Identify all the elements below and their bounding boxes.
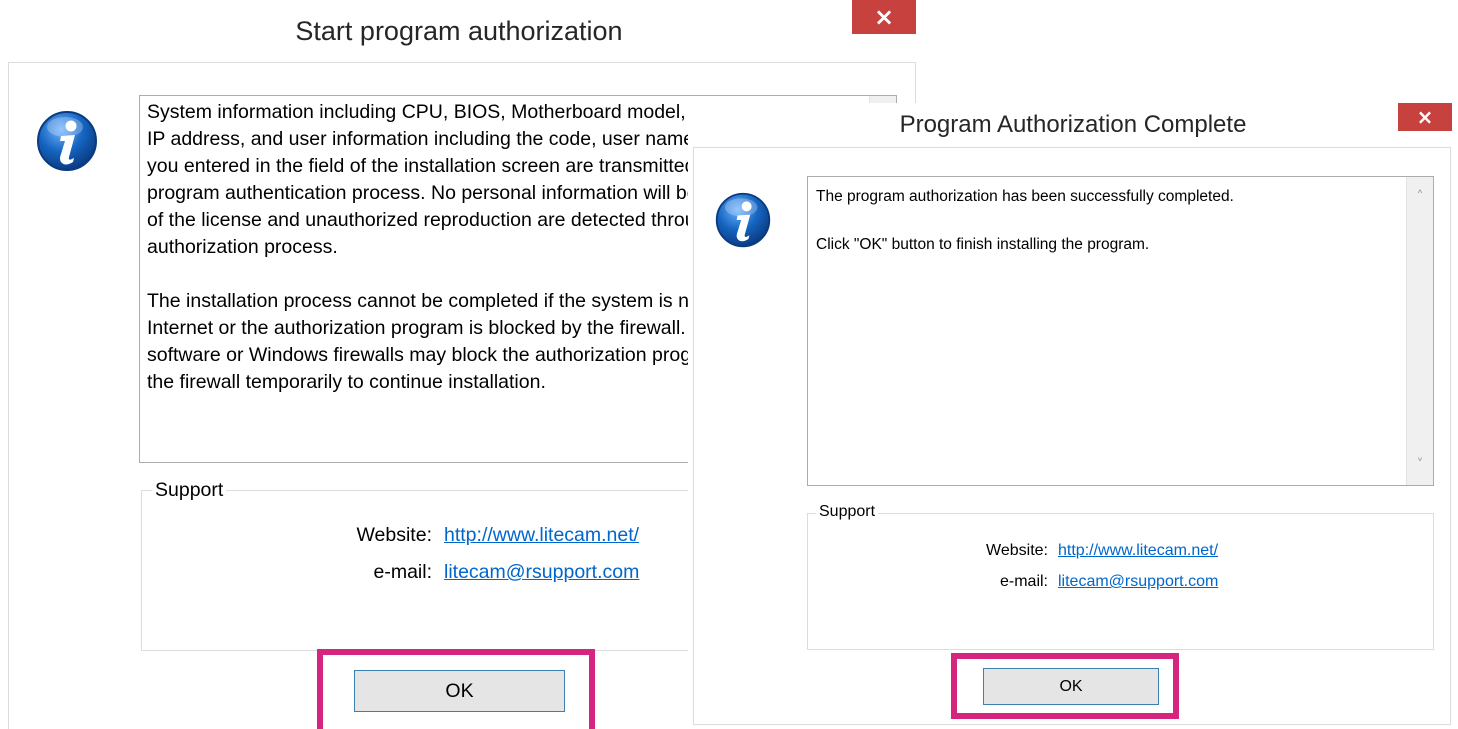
- dialog2-message-box[interactable]: The program authorization has been succe…: [807, 176, 1434, 486]
- dialog2-ok-button[interactable]: OK: [983, 668, 1159, 705]
- dialog2-support-group: Support Website: http://www.litecam.net/…: [807, 503, 1434, 650]
- website-row: Website: http://www.litecam.net/: [808, 542, 1218, 560]
- email-row: e-mail: litecam@rsupport.com: [808, 573, 1218, 591]
- email-link[interactable]: litecam@rsupport.com: [444, 561, 639, 584]
- scroll-up-icon[interactable]: ˄: [1407, 185, 1433, 209]
- website-link[interactable]: http://www.litecam.net/: [1058, 542, 1218, 560]
- dialog2-title: Program Authorization Complete: [899, 111, 1247, 138]
- dialog2-titlebar: Program Authorization Complete: [688, 103, 1458, 147]
- dialog2-scrollbar[interactable]: ˄ ˅: [1406, 177, 1433, 485]
- ok-button-label: OK: [445, 679, 474, 702]
- dialog1-titlebar: Start program authorization: [0, 0, 918, 62]
- support-legend: Support: [816, 503, 879, 521]
- email-row: e-mail: litecam@rsupport.com: [142, 561, 639, 584]
- info-icon: [715, 192, 771, 248]
- support-legend: Support: [152, 479, 227, 502]
- email-label: e-mail:: [999, 573, 1048, 590]
- scroll-down-icon[interactable]: ˅: [1407, 453, 1433, 477]
- dialog1-close-button[interactable]: ×: [852, 0, 916, 34]
- authorization-complete-dialog: Program Authorization Complete × The pro…: [688, 103, 1458, 729]
- close-icon: ×: [873, 3, 895, 31]
- website-link[interactable]: http://www.litecam.net/: [444, 524, 639, 547]
- email-link[interactable]: litecam@rsupport.com: [1058, 573, 1218, 591]
- dialog2-client-area: The program authorization has been succe…: [693, 147, 1451, 725]
- message-line-2: Click "OK" button to finish installing t…: [816, 236, 1150, 253]
- dialog1-support-group: Support Website: http://www.litecam.net/…: [141, 479, 701, 651]
- ok-button-label: OK: [1059, 677, 1083, 695]
- dialog1-title: Start program authorization: [295, 15, 623, 46]
- dialog1-ok-button[interactable]: OK: [354, 670, 565, 712]
- message-line-1: The program authorization has been succe…: [816, 188, 1234, 205]
- close-icon: ×: [1416, 105, 1434, 129]
- website-label: Website:: [986, 542, 1048, 559]
- website-label: Website:: [356, 524, 432, 546]
- dialog2-close-button[interactable]: ×: [1398, 103, 1452, 131]
- website-row: Website: http://www.litecam.net/: [142, 524, 639, 547]
- email-label: e-mail:: [373, 561, 432, 583]
- info-icon: [37, 111, 97, 171]
